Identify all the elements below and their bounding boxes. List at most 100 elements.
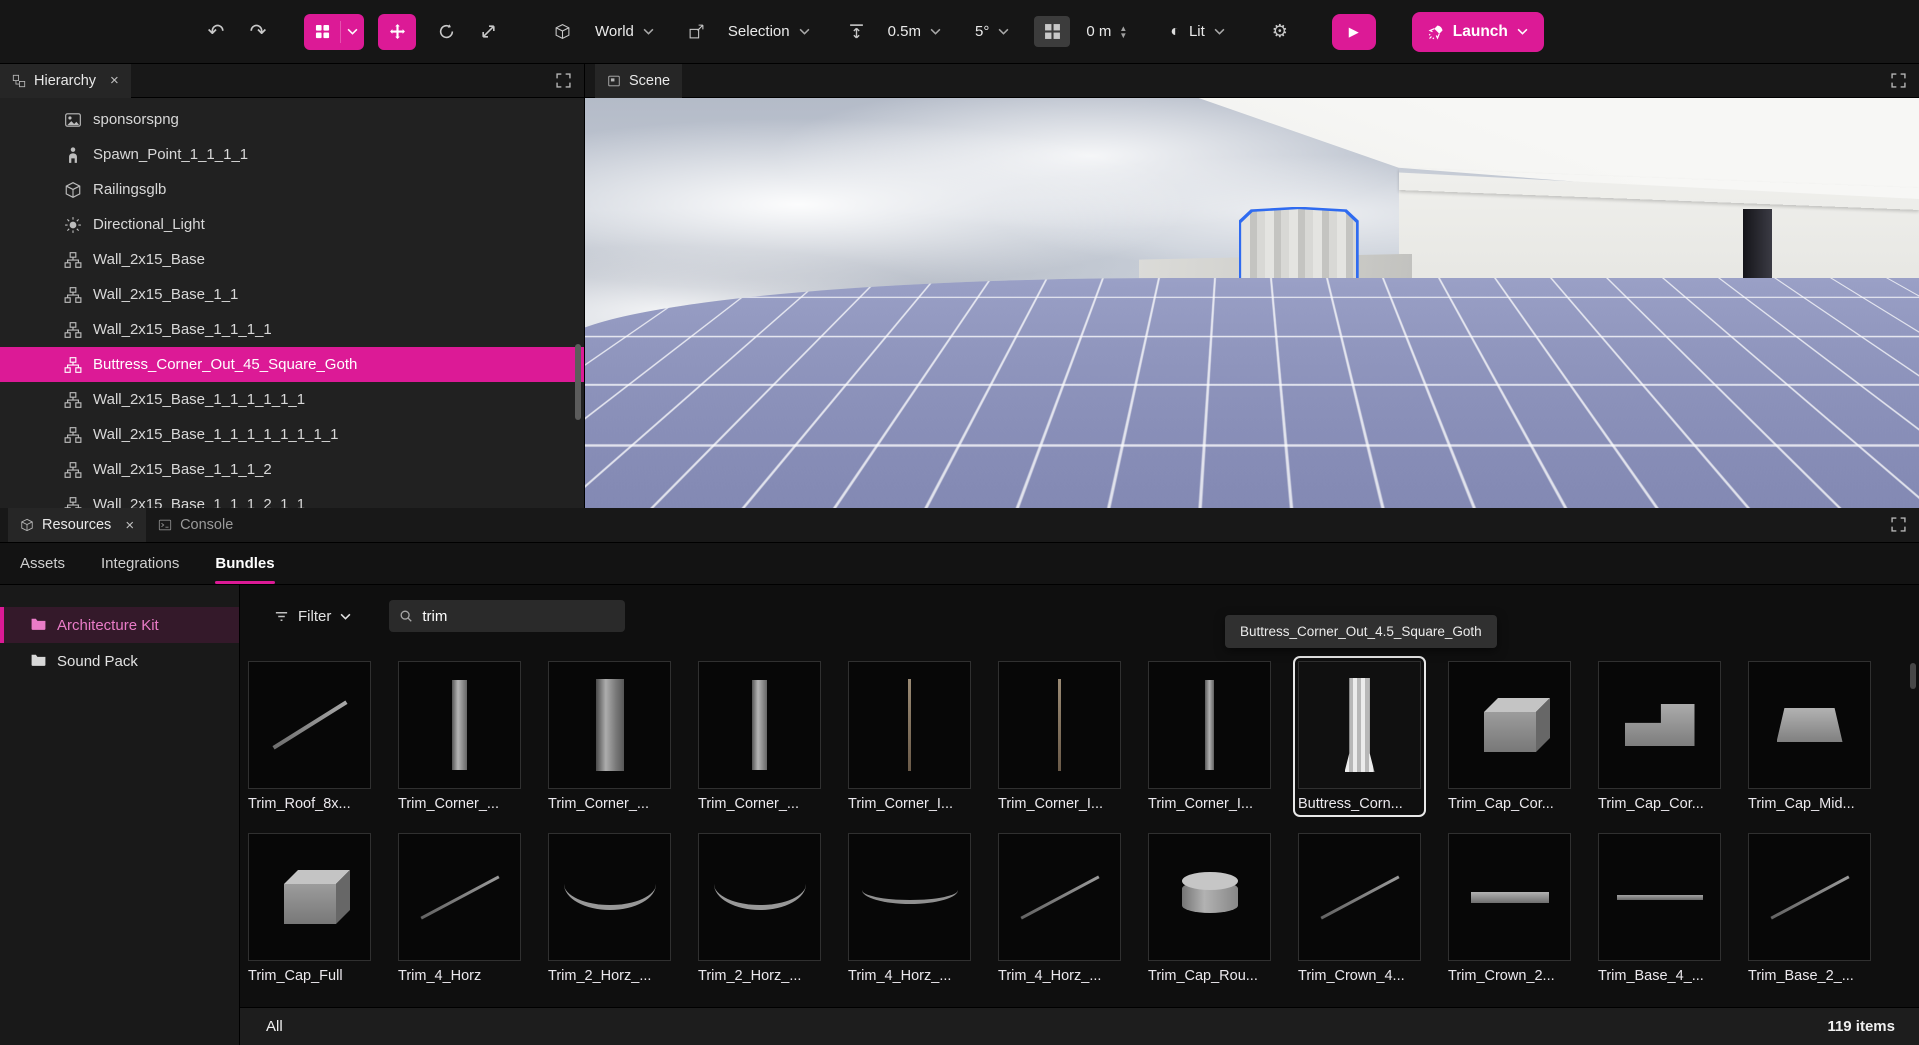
scale-icon [480, 23, 497, 40]
asset-label: Trim_Base_4_... [1598, 968, 1721, 984]
keycap: F [599, 482, 622, 498]
asset-label: Buttress_Corn... [1298, 796, 1421, 812]
expand-icon[interactable] [556, 73, 572, 89]
scale-tool-button[interactable] [470, 15, 506, 49]
hierarchy-item[interactable]: Directional_Light [0, 207, 584, 242]
hierarchy-item[interactable]: Wall_2x15_Base_1_1_1_1_1_1 [0, 382, 584, 417]
world-space-button[interactable] [544, 15, 580, 49]
subtab-integrations[interactable]: Integrations [101, 543, 179, 584]
pivot-button[interactable] [679, 15, 715, 49]
asset-tile[interactable]: Trim_Crown_4... [1298, 833, 1421, 984]
hierarchy-item[interactable]: Wall_2x15_Base_1_1_1_2 [0, 452, 584, 487]
play-button[interactable]: ▶ [1332, 14, 1376, 50]
tab-scene[interactable]: Scene [595, 64, 682, 98]
asset-tile[interactable]: Trim_Crown_2... [1448, 833, 1571, 984]
asset-tile[interactable]: Trim_Base_4_... [1598, 833, 1721, 984]
settings-button[interactable]: ⚙ [1262, 15, 1298, 49]
hierarchy-scrollbar[interactable] [575, 344, 581, 420]
editor-app: ↶ ↷ World Selecti [0, 0, 1919, 1045]
asset-tile[interactable]: Trim_Corner_... [548, 661, 671, 812]
folder-item[interactable]: Architecture Kit [0, 607, 239, 643]
rotate-tool-button[interactable] [428, 15, 464, 49]
axis-y-label: Y [1842, 403, 1850, 415]
asset-label: Trim_Cap_Mid... [1748, 796, 1871, 812]
move-tool-button[interactable] [378, 14, 416, 50]
lit-mode-label: Lit [1189, 23, 1205, 40]
folder-icon [30, 651, 47, 672]
asset-tile[interactable]: Trim_Corner_I... [998, 661, 1121, 812]
viewport-hint: EscDeselect [876, 482, 968, 498]
close-icon[interactable]: × [125, 517, 134, 534]
grid-scrollbar[interactable] [1910, 663, 1916, 689]
asset-label: Trim_Cap_Cor... [1598, 796, 1721, 812]
stepper-arrows-icon[interactable]: ▲▼ [1119, 25, 1127, 39]
search-box[interactable] [389, 600, 625, 632]
asset-tile[interactable]: Trim_Roof_8x... [248, 661, 371, 812]
asset-tile[interactable]: Trim_Corner_... [398, 661, 521, 812]
move-gizmo[interactable] [1229, 322, 1369, 508]
asset-tile[interactable]: Trim_Cap_Cor... [1448, 661, 1571, 812]
selection-dropdown[interactable]: Selection [717, 16, 821, 47]
asset-tile[interactable]: Trim_Corner_I... [1148, 661, 1271, 812]
asset-tile[interactable]: Trim_2_Horz_... [698, 833, 821, 984]
scene-viewport[interactable]: Y Z X FFocusQERotateGGrabEscDeselect [585, 98, 1919, 508]
folder-list: Architecture KitSound Pack [0, 585, 240, 1045]
asset-tile[interactable]: Trim_4_Horz [398, 833, 521, 984]
hierarchy-item[interactable]: sponsorspng [0, 102, 584, 137]
undo-button[interactable]: ↶ [198, 15, 234, 49]
axis-gizmo[interactable]: Y Z X [1787, 390, 1905, 508]
hierarchy-item[interactable]: Wall_2x15_Base_1_1_1_1 [0, 312, 584, 347]
hierarchy-item[interactable]: Wall_2x15_Base_1_1_1_2_1_1 [0, 487, 584, 508]
hierarchy-item[interactable]: Wall_2x15_Base [0, 242, 584, 277]
asset-tile[interactable]: Trim_4_Horz_... [998, 833, 1121, 984]
hierarchy-item[interactable]: Railingsglb [0, 172, 584, 207]
filter-all-label[interactable]: All [266, 1018, 283, 1035]
folder-item[interactable]: Sound Pack [0, 643, 239, 679]
hierarchy-item[interactable]: Buttress_Corner_Out_45_Square_Goth [0, 347, 584, 382]
bottom-panel: Resources × Console Assets Integrations Bu… [0, 508, 1919, 1045]
world-dropdown-label: World [595, 23, 634, 40]
hierarchy-item[interactable]: Spawn_Point_1_1_1_1 [0, 137, 584, 172]
subtab-assets[interactable]: Assets [20, 543, 65, 584]
asset-tile[interactable]: Trim_Cap_Mid... [1748, 661, 1871, 812]
assets-main: Filter Buttress_Corner_Out_4.5_Square_Go… [240, 585, 1919, 1045]
world-dropdown[interactable]: World [584, 16, 665, 47]
resource-subtabs: Assets Integrations Bundles [0, 543, 1919, 585]
chevron-down-icon[interactable] [340, 21, 364, 43]
asset-tile[interactable]: Trim_Base_2_... [1748, 833, 1871, 984]
viewport-hint: GGrab [798, 482, 858, 498]
move-snap-dropdown[interactable]: 0.5m [877, 16, 952, 47]
snap-grid-split-button[interactable] [304, 14, 364, 50]
redo-button[interactable]: ↷ [240, 15, 276, 49]
viewport-dark-pillar [1743, 209, 1772, 422]
grid-toggle-button[interactable] [1034, 16, 1070, 47]
grid-height-stepper[interactable]: 0 m ▲▼ [1076, 16, 1137, 47]
hierarchy-item[interactable]: Wall_2x15_Base_1_1 [0, 277, 584, 312]
asset-thumbnail [998, 661, 1121, 789]
search-input[interactable] [422, 608, 615, 625]
keycap: E [712, 482, 736, 498]
rotate-snap-dropdown[interactable]: 5° [964, 16, 1020, 47]
asset-tile[interactable]: Trim_Corner_... [698, 661, 821, 812]
launch-button[interactable]: Launch [1412, 12, 1544, 52]
tab-resources[interactable]: Resources × [8, 508, 146, 542]
asset-thumbnail [1598, 833, 1721, 961]
asset-tile[interactable]: Trim_2_Horz_... [548, 833, 671, 984]
close-icon[interactable]: × [110, 72, 119, 89]
expand-icon[interactable] [1891, 517, 1907, 533]
asset-tile[interactable]: Trim_Corner_I... [848, 661, 971, 812]
lit-mode-dropdown[interactable]: ◐ Lit [1159, 16, 1236, 48]
asset-tile[interactable]: Buttress_Corn... [1298, 661, 1421, 812]
asset-tile[interactable]: Trim_Cap_Full [248, 833, 371, 984]
tab-hierarchy[interactable]: Hierarchy × [0, 64, 131, 98]
expand-icon[interactable] [1891, 73, 1907, 89]
asset-tile[interactable]: Trim_4_Horz_... [848, 833, 971, 984]
vertical-snap-button[interactable] [839, 15, 875, 49]
subtab-bundles[interactable]: Bundles [215, 543, 274, 584]
asset-tile[interactable]: Trim_Cap_Cor... [1598, 661, 1721, 812]
filter-button[interactable]: Filter [274, 608, 351, 625]
hierarchy-item[interactable]: Wall_2x15_Base_1_1_1_1_1_1_1_1 [0, 417, 584, 452]
tab-console[interactable]: Console [146, 508, 245, 542]
filter-label: Filter [298, 608, 331, 625]
asset-tile[interactable]: Trim_Cap_Rou... [1148, 833, 1271, 984]
